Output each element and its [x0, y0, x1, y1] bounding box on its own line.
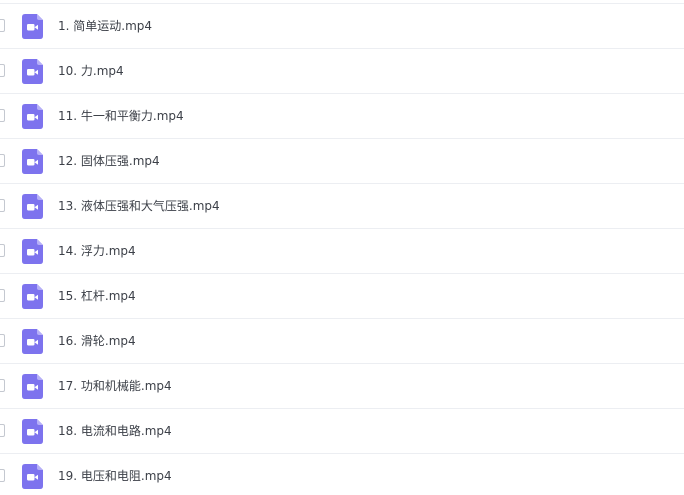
file-row[interactable]: 1. 简单运动.mp4	[0, 4, 684, 49]
file-name[interactable]: 16. 滑轮.mp4	[58, 319, 136, 363]
video-file-icon	[22, 374, 43, 399]
video-file-icon	[22, 419, 43, 444]
file-row[interactable]: 17. 功和机械能.mp4	[0, 364, 684, 409]
row-checkbox[interactable]	[0, 244, 5, 257]
file-name[interactable]: 14. 浮力.mp4	[58, 229, 136, 273]
file-row[interactable]: 12. 固体压强.mp4	[0, 139, 684, 184]
row-checkbox[interactable]	[0, 334, 5, 347]
row-checkbox[interactable]	[0, 469, 5, 482]
video-file-icon	[22, 14, 43, 39]
video-file-icon	[22, 149, 43, 174]
file-name[interactable]: 18. 电流和电路.mp4	[58, 409, 172, 453]
row-checkbox[interactable]	[0, 19, 5, 32]
file-row[interactable]: 14. 浮力.mp4	[0, 229, 684, 274]
file-row[interactable]: 11. 牛一和平衡力.mp4	[0, 94, 684, 139]
file-row[interactable]: 13. 液体压强和大气压强.mp4	[0, 184, 684, 229]
file-row[interactable]: 15. 杠杆.mp4	[0, 274, 684, 319]
file-name[interactable]: 1. 简单运动.mp4	[58, 4, 152, 48]
file-name[interactable]: 13. 液体压强和大气压强.mp4	[58, 184, 220, 228]
row-checkbox[interactable]	[0, 154, 5, 167]
row-checkbox[interactable]	[0, 379, 5, 392]
file-list: 1. 简单运动.mp4 10. 力.mp4 11. 牛一和平衡力.mp4 12.…	[0, 0, 684, 495]
video-file-icon	[22, 284, 43, 309]
file-name[interactable]: 11. 牛一和平衡力.mp4	[58, 94, 184, 138]
file-name[interactable]: 17. 功和机械能.mp4	[58, 364, 172, 408]
file-name[interactable]: 12. 固体压强.mp4	[58, 139, 160, 183]
file-name[interactable]: 10. 力.mp4	[58, 49, 124, 93]
file-name[interactable]: 19. 电压和电阻.mp4	[58, 454, 172, 495]
file-name[interactable]: 15. 杠杆.mp4	[58, 274, 136, 318]
row-checkbox[interactable]	[0, 289, 5, 302]
file-row[interactable]: 19. 电压和电阻.mp4	[0, 454, 684, 495]
video-file-icon	[22, 329, 43, 354]
video-file-icon	[22, 239, 43, 264]
file-row[interactable]: 18. 电流和电路.mp4	[0, 409, 684, 454]
file-row[interactable]: 10. 力.mp4	[0, 49, 684, 94]
row-checkbox[interactable]	[0, 424, 5, 437]
video-file-icon	[22, 104, 43, 129]
row-checkbox[interactable]	[0, 109, 5, 122]
row-checkbox[interactable]	[0, 64, 5, 77]
video-file-icon	[22, 59, 43, 84]
video-file-icon	[22, 464, 43, 489]
row-checkbox[interactable]	[0, 199, 5, 212]
video-file-icon	[22, 194, 43, 219]
file-row[interactable]: 16. 滑轮.mp4	[0, 319, 684, 364]
